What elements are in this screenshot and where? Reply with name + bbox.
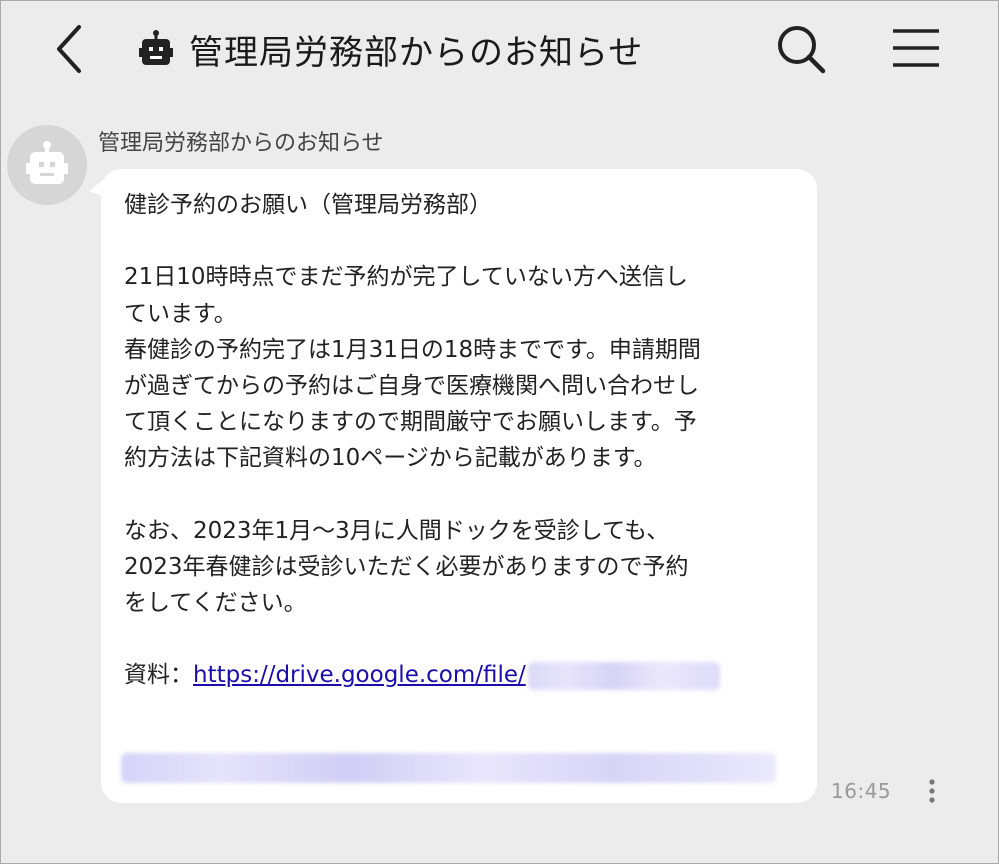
header: 管理局労務部からのお知らせ (1, 1, 998, 97)
message-line: なお、2023年1月～3月に人間ドックを受診しても、 (124, 517, 670, 544)
more-vertical-icon (929, 779, 935, 803)
more-options-button[interactable] (919, 777, 945, 807)
message-line: て頂くことになりますので期間厳守でお願いします。予 (124, 409, 697, 436)
redacted-link-part[interactable] (527, 661, 720, 690)
message-text: 健診予約のお願い（管理局労務部） 21日10時時点でまだ予約が完了していない方へ… (124, 187, 784, 694)
chat-window: 管理局労務部からのお知らせ 管理局労務部からのお知らせ 健診予約のお願い（管理局… (0, 0, 999, 864)
header-title-group: 管理局労務部からのお知らせ (139, 21, 643, 77)
message-line: が過ぎてからの予約はご自身で医療機関へ問い合わせし (124, 372, 699, 399)
message-line: 21日10時時点でまだ予約が完了していない方へ送信し (124, 264, 688, 291)
resource-label: 資料： (124, 662, 193, 689)
message-line: 約方法は下記資料の10ページから記載があります。 (124, 445, 657, 472)
message-line: をしてください。 (124, 590, 307, 617)
bot-icon (139, 30, 173, 65)
chevron-left-icon (57, 25, 81, 73)
message-line: ています。 (124, 300, 237, 327)
resource-link[interactable]: https://drive.google.com/file/ (193, 662, 526, 688)
page-title: 管理局労務部からのお知らせ (189, 32, 644, 73)
search-icon (778, 26, 826, 74)
avatar[interactable] (7, 125, 87, 205)
hamburger-menu-icon (893, 29, 939, 67)
menu-button[interactable] (887, 21, 945, 77)
message-timestamp: 16:45 (831, 779, 892, 803)
sender-name: 管理局労務部からのお知らせ (98, 131, 384, 156)
message-line: 春健診の予約完了は1月31日の18時までです。申請期間 (124, 336, 701, 363)
bot-icon (26, 141, 68, 184)
back-button[interactable] (45, 21, 93, 77)
resource-line: 資料：https://drive.google.com/file/ (124, 657, 784, 693)
search-button[interactable] (773, 21, 829, 77)
message-line: 健診予約のお願い（管理局労務部） (124, 192, 492, 218)
redacted-link-part[interactable] (121, 753, 776, 783)
message-line: 2023年春健診は受診いただく必要がありますので予約 (124, 553, 689, 580)
